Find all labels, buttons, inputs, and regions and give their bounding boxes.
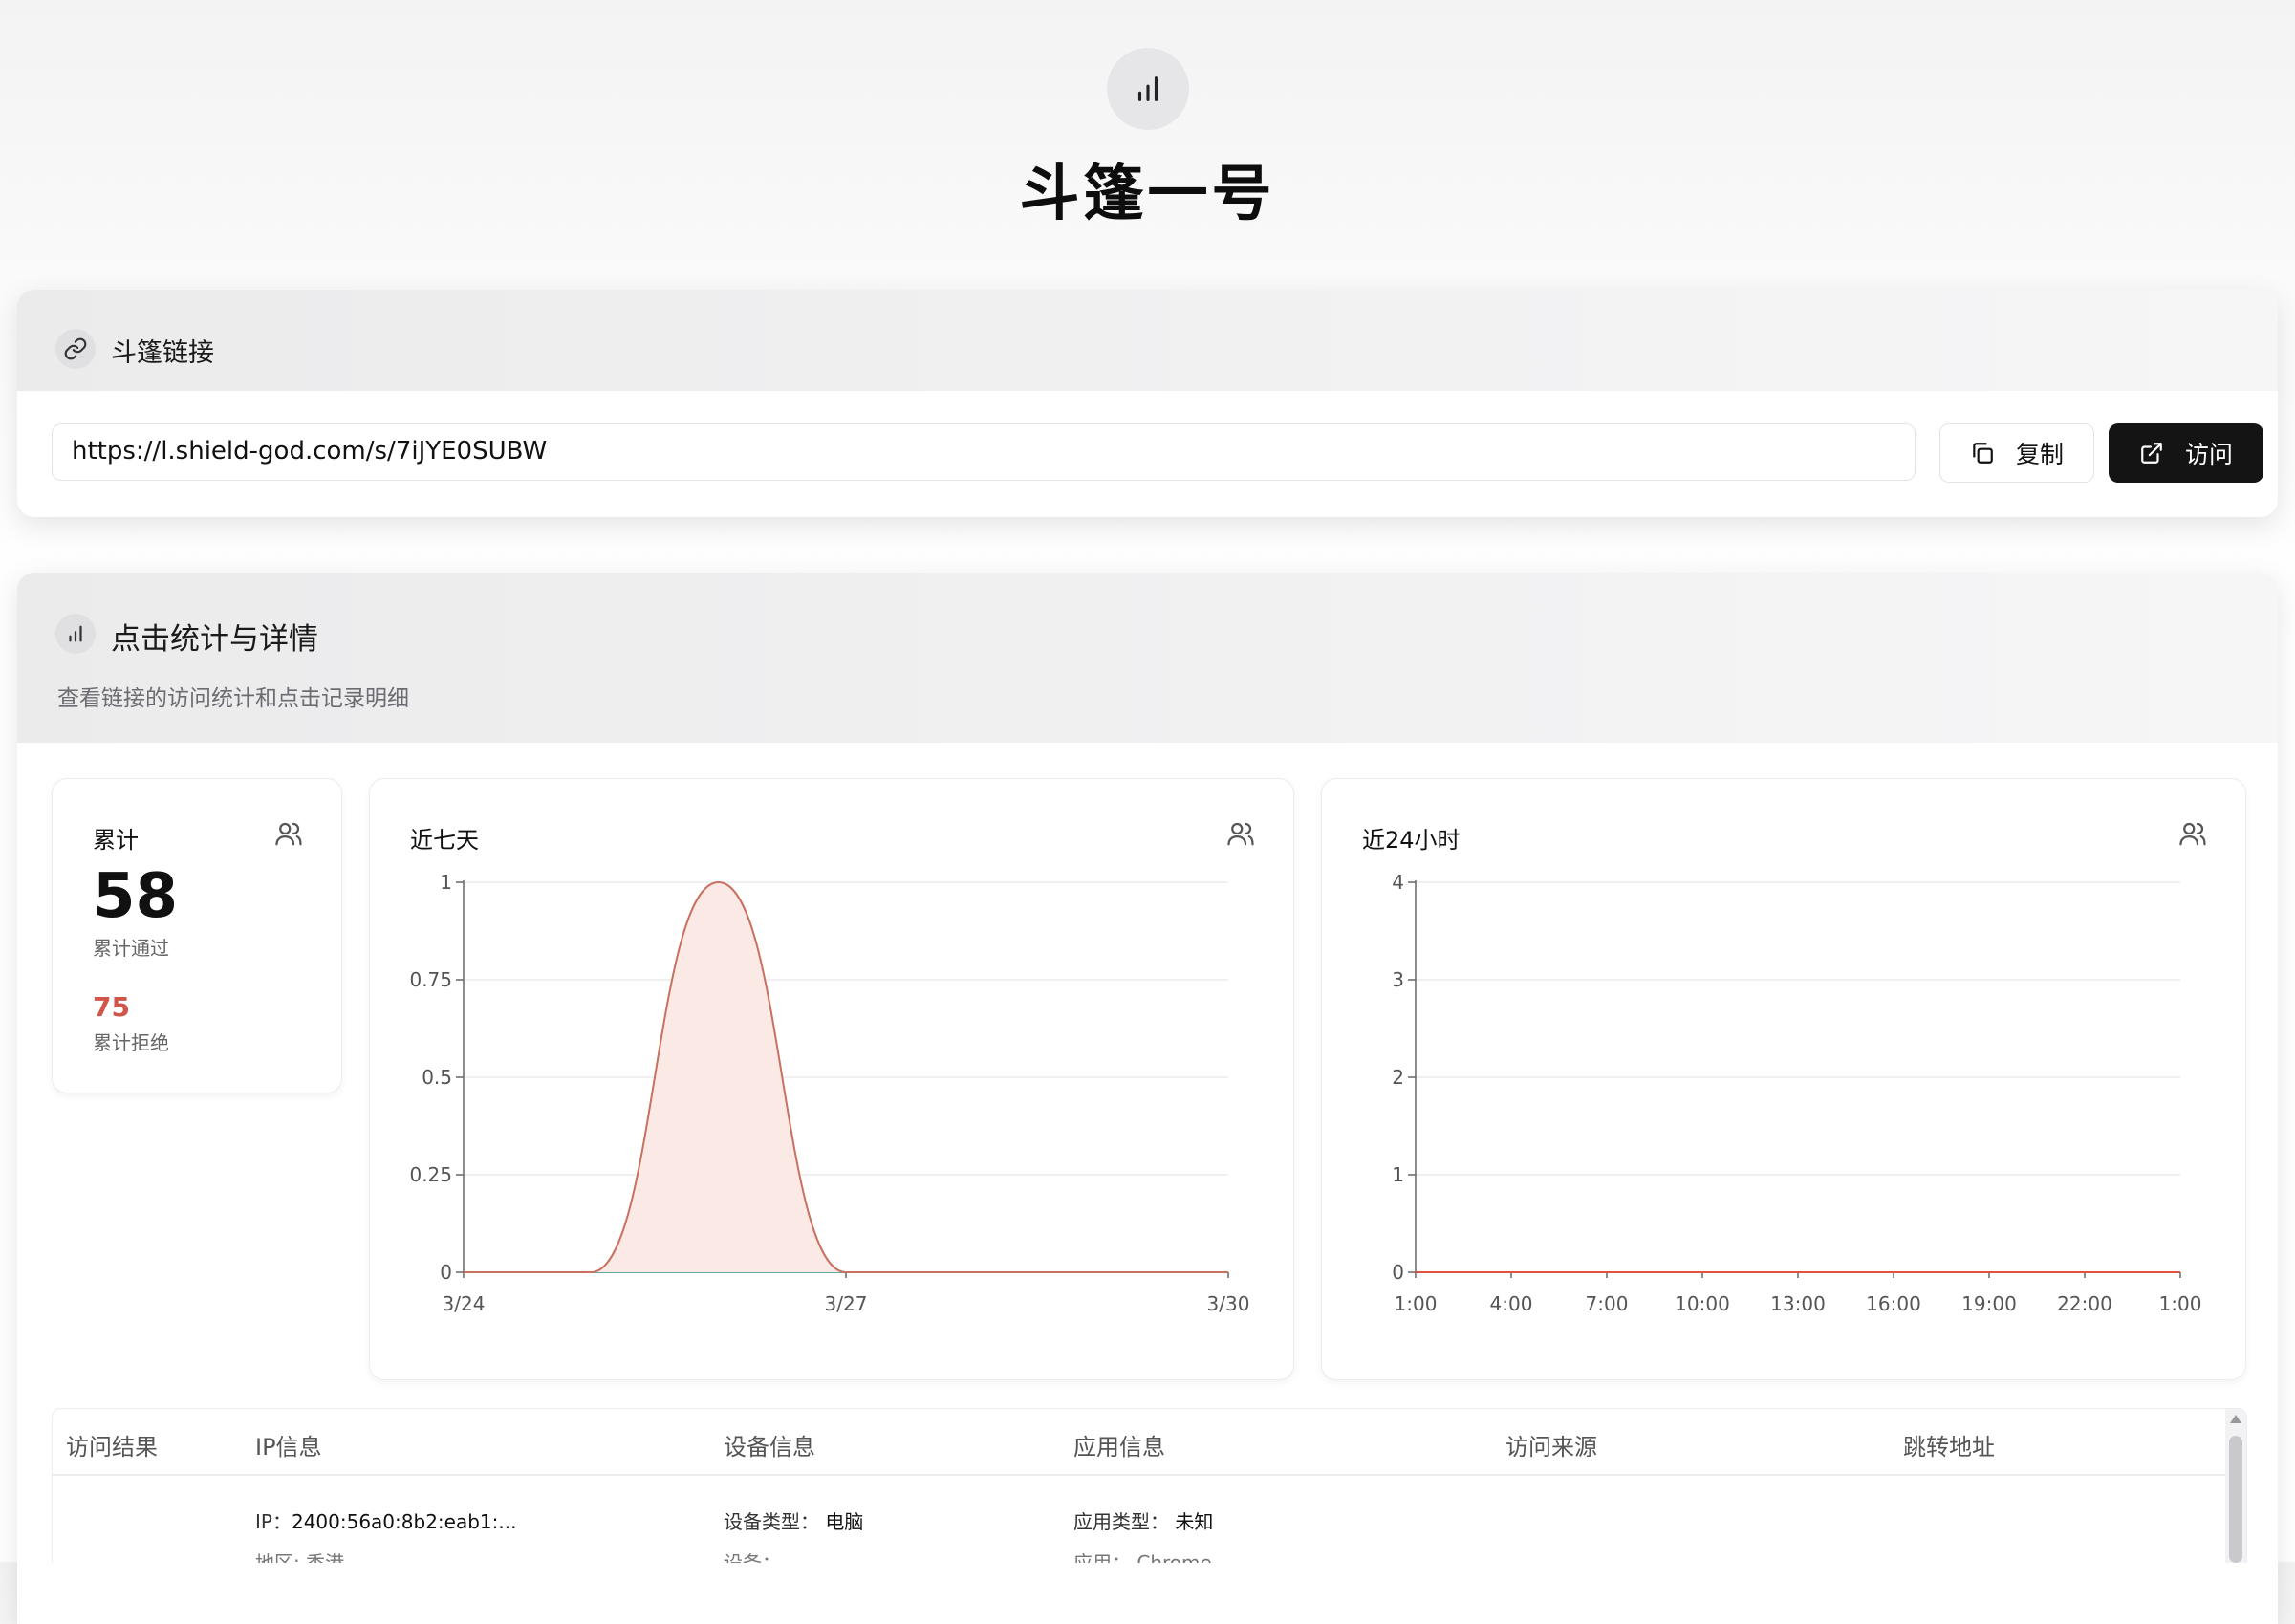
link-url-field[interactable]: https://l.shield-god.com/s/7iJYE0SUBW — [52, 423, 1916, 481]
y-tick-label: 1 — [1392, 1163, 1404, 1186]
x-tick-label: 1:00 — [1395, 1292, 1438, 1315]
y-tick-label: 0.25 — [409, 1163, 452, 1186]
device-value: - — [787, 1551, 794, 1563]
users-icon — [275, 822, 302, 846]
app-value: Chrome — [1137, 1551, 1212, 1563]
x-tick-label: 19:00 — [1961, 1292, 2017, 1315]
passed-count: 58 — [93, 861, 179, 932]
x-tick-label: 4:00 — [1490, 1292, 1533, 1315]
device-type-cell: 设备类型： 电脑 — [724, 1510, 864, 1533]
bar-chart-small-icon — [69, 625, 82, 642]
day-chart-card: 近24小时 0 1 2 3 4 1:00 4:00 7:00 10:00 13:00 16:00 19… — [1321, 778, 2246, 1380]
clicks-table: 访问结果 IP信息 设备信息 应用信息 访问来源 跳转地址 IP：2400:56… — [52, 1408, 2247, 1563]
link-card-header: 斗篷链接 — [17, 290, 2278, 391]
total-stats-card: 累计 58 累计通过 75 累计拒绝 — [52, 778, 342, 1093]
stats-card-subtitle: 查看链接的访问统计和点击记录明细 — [57, 686, 409, 711]
y-tick-label: 0 — [440, 1261, 452, 1284]
stats-card-header: 点击统计与详情 查看链接的访问统计和点击记录明细 — [17, 573, 2278, 743]
y-tick-label: 3 — [1392, 968, 1404, 991]
y-tick-label: 2 — [1392, 1066, 1404, 1089]
th-result: 访问结果 — [66, 1434, 158, 1461]
copy-icon — [1973, 443, 1993, 464]
day-chart: 0 1 2 3 4 1:00 4:00 7:00 10:00 13:00 16:00 19:00 22:… — [1392, 871, 2202, 1315]
header-chart-badge — [1107, 48, 1189, 130]
link-card-title: 斗篷链接 — [111, 338, 214, 368]
week-chart-card: 近七天 0 0.25 0.5 0.75 1 3/24 3/27 3/30 — [369, 778, 1294, 1380]
page-title: 斗篷一号 — [1019, 159, 1276, 228]
passed-label: 累计通过 — [93, 937, 169, 960]
app-cell: 应用： Chrome — [1073, 1548, 1212, 1563]
ip-value: 2400:56a0:8b2:eab1:... — [291, 1510, 517, 1533]
region-cell: 地区: 香港 — [255, 1548, 344, 1563]
region-value: 香港 — [306, 1551, 345, 1563]
y-tick-label: 4 — [1392, 871, 1404, 894]
th-source: 访问来源 — [1505, 1434, 1597, 1461]
stats-badge — [55, 614, 96, 654]
th-app: 应用信息 — [1073, 1434, 1165, 1461]
x-tick-label: 3/27 — [825, 1292, 868, 1315]
x-tick-label: 16:00 — [1866, 1292, 1921, 1315]
link-icon — [64, 337, 87, 360]
table-scrollbar[interactable] — [2225, 1409, 2246, 1563]
x-tick-label: 13:00 — [1770, 1292, 1826, 1315]
x-tick-label: 7:00 — [1586, 1292, 1629, 1315]
ip-cell: IP：2400:56a0:8b2:eab1:... — [255, 1510, 517, 1533]
y-tick-label: 0 — [1392, 1261, 1404, 1284]
app-type-value: 未知 — [1175, 1510, 1214, 1533]
stats-card-title: 点击统计与详情 — [111, 622, 318, 657]
week-chart: 0 0.25 0.5 0.75 1 3/24 3/27 3/30 — [409, 871, 1250, 1315]
copy-button-label: 复制 — [2015, 441, 2064, 468]
device-type-value: 电脑 — [825, 1510, 864, 1533]
x-tick-label: 10:00 — [1675, 1292, 1730, 1315]
external-link-icon — [2141, 443, 2162, 464]
y-tick-label: 0.5 — [422, 1066, 452, 1089]
app-type-cell: 应用类型： 未知 — [1073, 1510, 1214, 1533]
y-tick-label: 1 — [440, 871, 452, 894]
rejected-count: 75 — [93, 991, 130, 1023]
y-tick-label: 0.75 — [409, 968, 452, 991]
total-label: 累计 — [93, 827, 139, 854]
th-device: 设备信息 — [724, 1434, 815, 1461]
scroll-thumb[interactable] — [2229, 1436, 2242, 1563]
link-card: 斗篷链接 https://l.shield-god.com/s/7iJYE0SU… — [17, 290, 2278, 517]
visit-button-label: 访问 — [2184, 441, 2233, 468]
th-ip: IP信息 — [255, 1434, 322, 1461]
link-badge — [55, 329, 96, 369]
x-tick-label: 3/30 — [1207, 1292, 1250, 1315]
visit-button[interactable]: 访问 — [2109, 423, 2263, 483]
x-tick-label: 3/24 — [443, 1292, 486, 1315]
th-redirect: 跳转地址 — [1903, 1434, 1995, 1461]
scroll-up-arrow-icon[interactable] — [2230, 1415, 2241, 1423]
device-cell: 设备： - — [724, 1548, 794, 1563]
table-header-divider — [53, 1474, 2227, 1476]
bar-chart-icon — [1137, 76, 1158, 101]
copy-button[interactable]: 复制 — [1939, 423, 2094, 483]
x-tick-label: 1:00 — [2159, 1292, 2202, 1315]
x-tick-label: 22:00 — [2057, 1292, 2112, 1315]
rejected-label: 累计拒绝 — [93, 1031, 169, 1054]
